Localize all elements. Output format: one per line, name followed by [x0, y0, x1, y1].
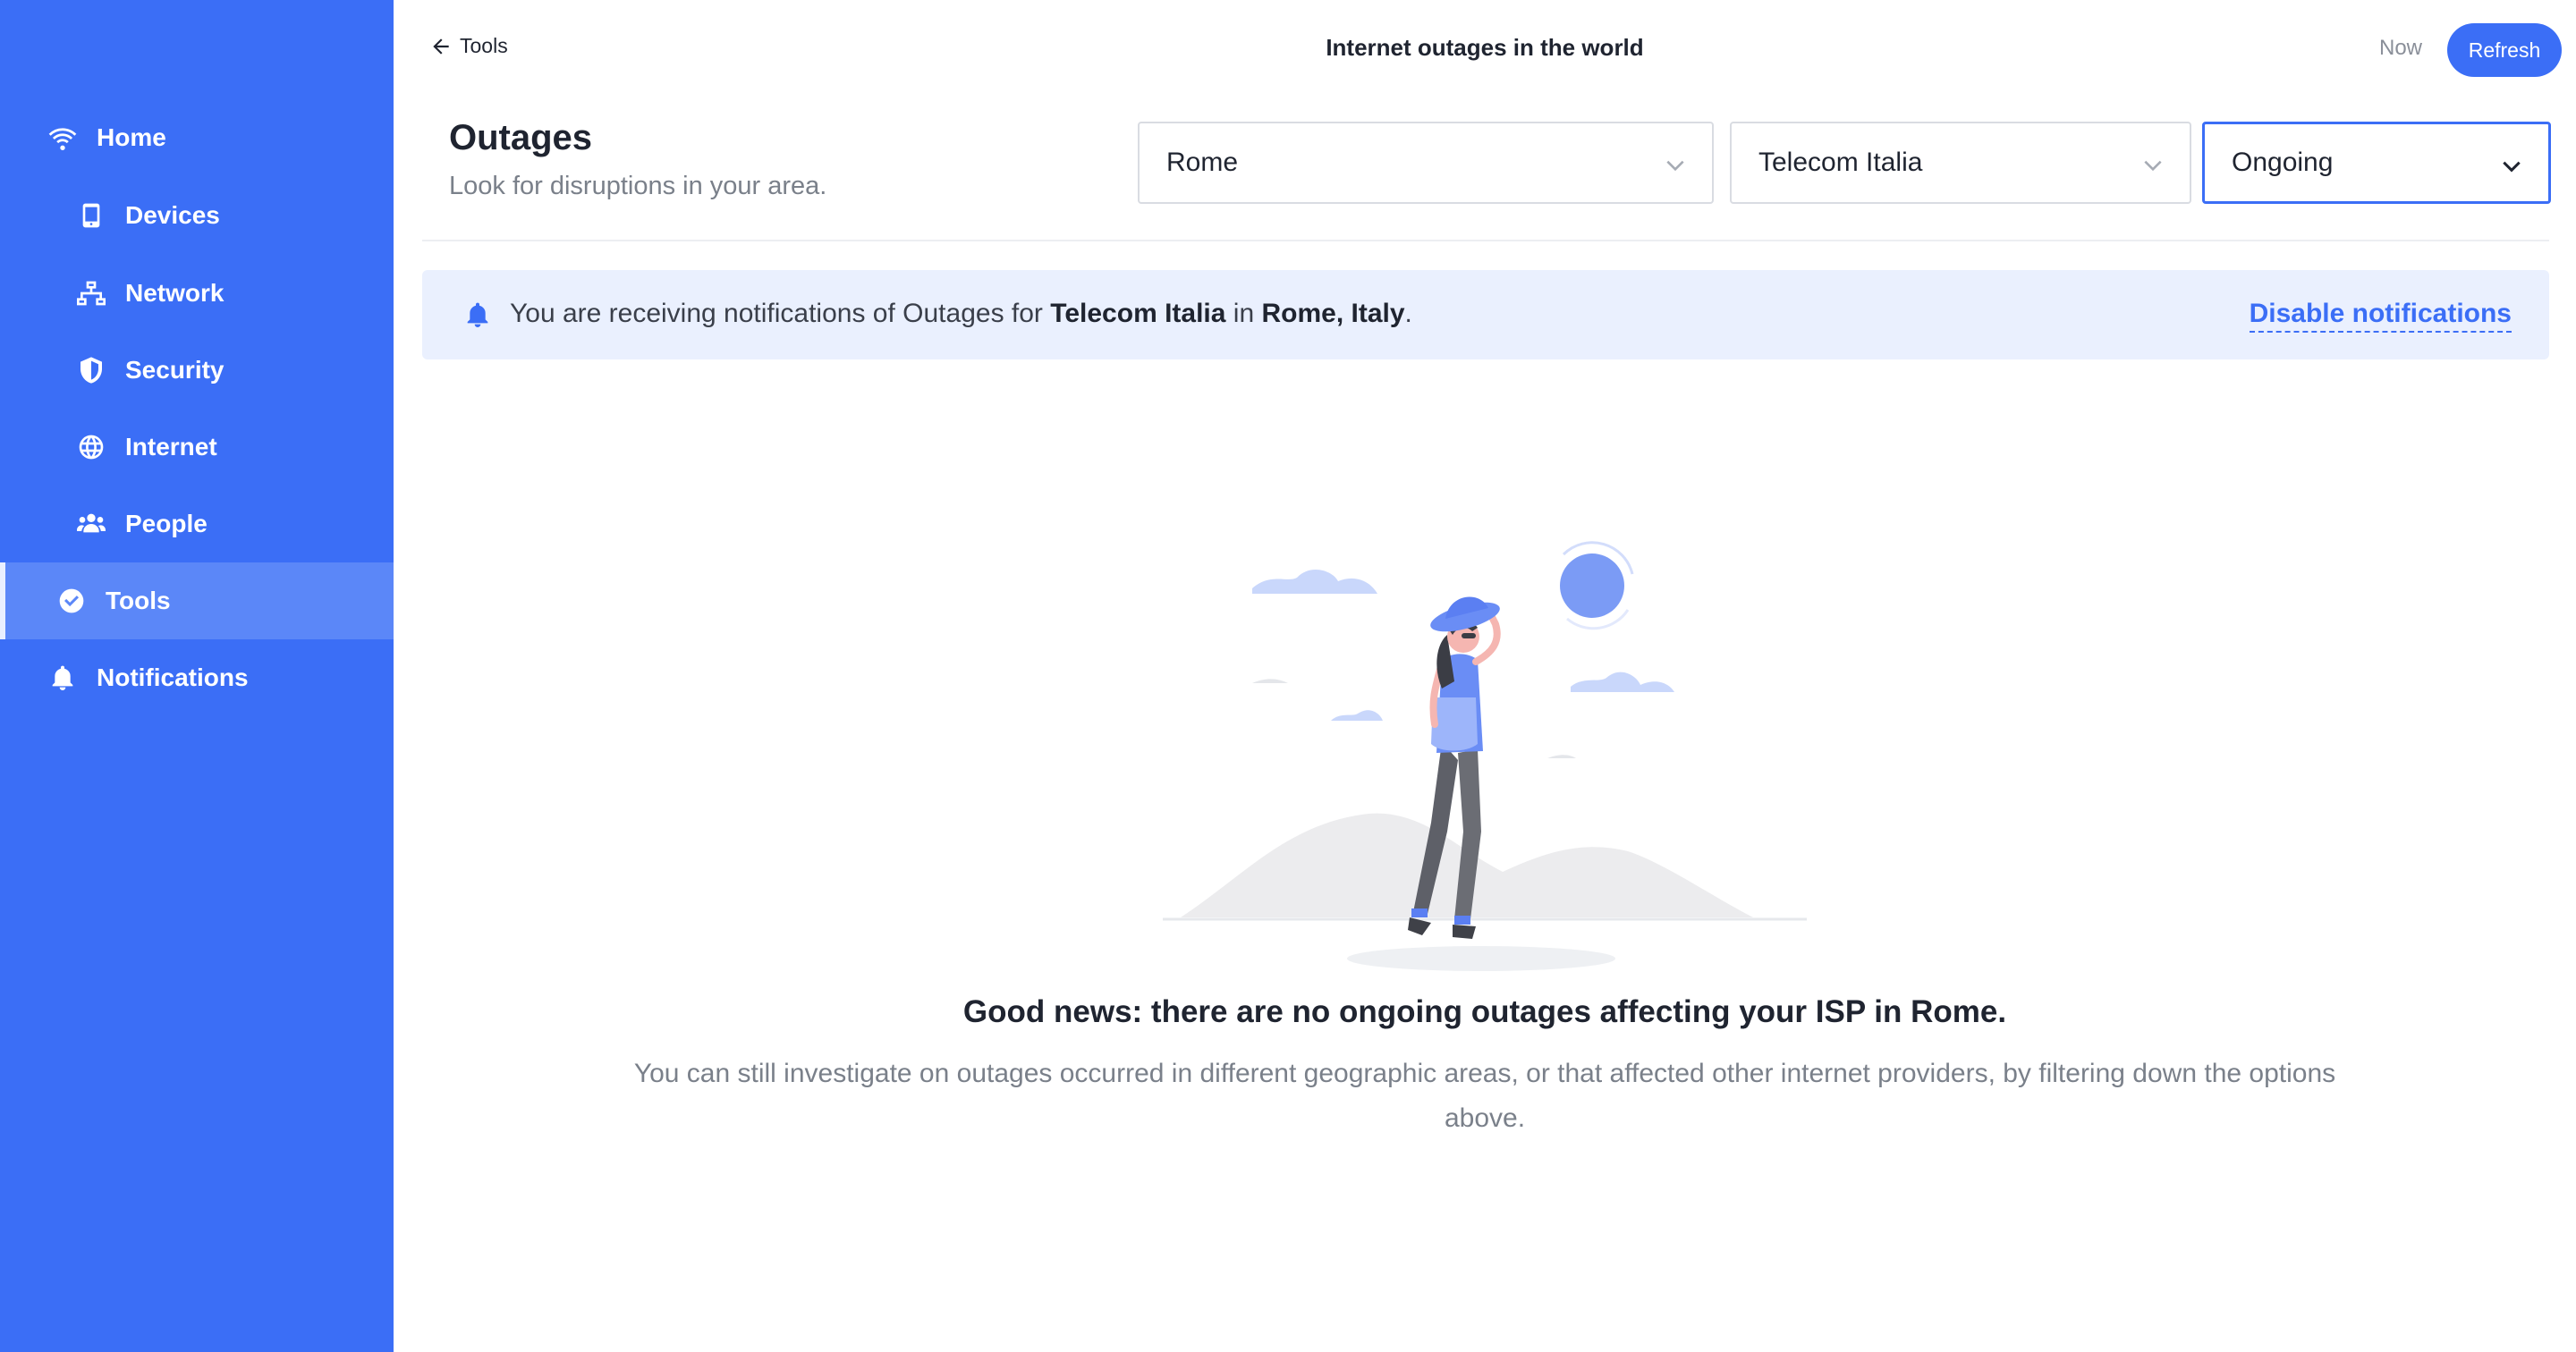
- sidebar-item-devices[interactable]: Devices: [0, 177, 394, 254]
- empty-state-description: You can still investigate on outages occ…: [633, 1059, 2336, 1133]
- sidebar-item-label: Security: [125, 356, 225, 384]
- arrow-left-icon: [433, 38, 449, 55]
- banner-suffix: .: [1404, 299, 1412, 328]
- section-subtitle: Look for disruptions in your area.: [449, 172, 827, 200]
- wifi-icon: [47, 122, 79, 154]
- sidebar-item-network[interactable]: Network: [0, 255, 394, 332]
- sidebar-item-label: Internet: [125, 433, 217, 461]
- banner-provider: Telecom Italia: [1050, 299, 1226, 328]
- mobile-icon: [75, 199, 107, 232]
- bell-icon: [47, 662, 79, 694]
- sidebar-item-label: Network: [125, 279, 225, 307]
- notification-banner: You are receiving notifications of Outag…: [422, 270, 2549, 359]
- sidebar-item-tools[interactable]: Tools: [0, 562, 394, 639]
- shield-icon: [75, 354, 107, 386]
- check-circle-icon: [55, 585, 88, 617]
- globe-icon: [75, 431, 107, 463]
- sidebar-item-label: People: [125, 510, 208, 537]
- sidebar-item-label: Notifications: [97, 663, 249, 691]
- status-select[interactable]: Ongoing: [2202, 122, 2551, 204]
- location-select-value: Rome: [1166, 148, 1239, 177]
- sidebar-item-home[interactable]: Home: [0, 99, 394, 176]
- now-label: Now: [2378, 36, 2422, 60]
- provider-select[interactable]: Telecom Italia: [1730, 122, 2191, 204]
- sidebar-item-people[interactable]: People: [0, 486, 394, 562]
- sidebar-item-notifications[interactable]: Notifications: [0, 639, 394, 716]
- back-link-label: Tools: [460, 34, 508, 57]
- banner-prefix: You are receiving notifications of Outag…: [510, 299, 1051, 328]
- sidebar: Home Devices Network Security Internet P…: [0, 0, 394, 1352]
- refresh-button[interactable]: Refresh: [2447, 23, 2562, 77]
- location-select[interactable]: Rome: [1138, 122, 1714, 204]
- provider-select-value: Telecom Italia: [1758, 148, 1923, 177]
- top-bar: Tools Internet outages in the world Now …: [394, 0, 2576, 100]
- bell-icon: [463, 300, 492, 329]
- status-select-value: Ongoing: [2232, 148, 2334, 177]
- banner-message: You are receiving notifications of Outag…: [510, 299, 1412, 329]
- banner-location: Rome, Italy: [1261, 299, 1405, 328]
- page-title: Internet outages in the world: [1326, 34, 1644, 61]
- section-divider: [422, 240, 2549, 241]
- chevron-down-icon: [2141, 154, 2165, 177]
- sidebar-item-internet[interactable]: Internet: [0, 409, 394, 486]
- empty-state-title: Good news: there are no ongoing outages …: [962, 994, 2007, 1029]
- banner-middle: in: [1225, 299, 1262, 328]
- back-link[interactable]: Tools: [429, 34, 508, 58]
- chevron-down-icon: [1664, 154, 1687, 177]
- sidebar-item-security[interactable]: Security: [0, 332, 394, 409]
- sidebar-item-label: Tools: [106, 587, 171, 614]
- network-icon: [75, 277, 107, 309]
- chevron-down-icon: [2500, 155, 2523, 178]
- sidebar-item-label: Home: [97, 123, 166, 151]
- sidebar-item-label: Devices: [125, 201, 220, 229]
- people-icon: [75, 508, 107, 540]
- empty-state-illustration: [1163, 541, 1807, 971]
- section-title: Outages: [449, 118, 593, 157]
- disable-notifications-link[interactable]: Disable notifications: [2249, 299, 2512, 333]
